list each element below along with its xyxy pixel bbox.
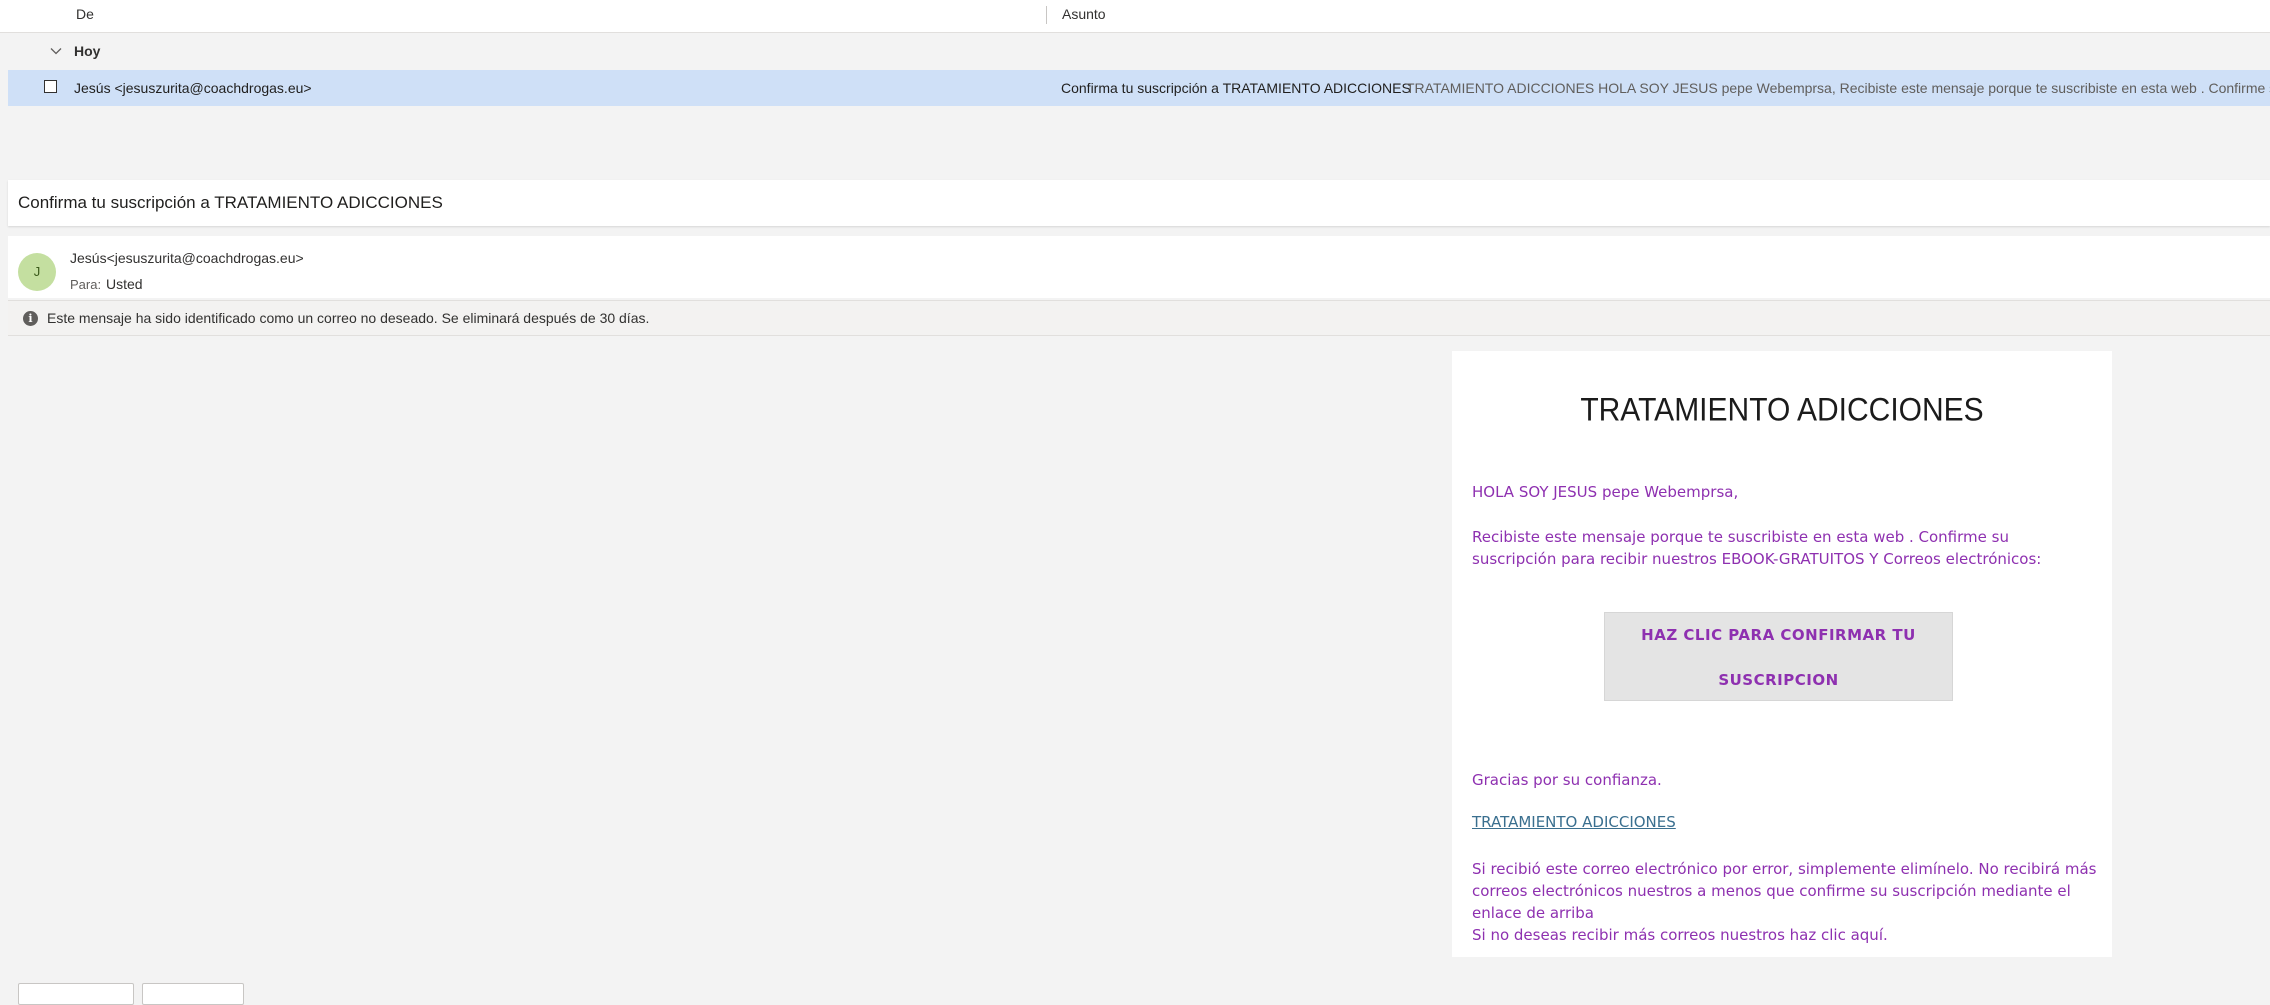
email-footer-disclaimer: Si recibió este correo electrónico por e… (1472, 860, 2097, 922)
email-footer: Si recibió este correo electrónico por e… (1472, 858, 2102, 946)
avatar[interactable]: J (18, 253, 56, 291)
column-divider[interactable] (1046, 6, 1047, 24)
message-subject: Confirma tu suscripción a TRATAMIENTO AD… (1061, 80, 1411, 96)
recipient-value[interactable]: Usted (106, 276, 143, 292)
cta-label-line1: HAZ CLIC PARA CONFIRMAR TU (1641, 626, 1916, 644)
email-body-left-margin (18, 351, 1452, 957)
junk-notice-text: Este mensaje ha sido identificado como u… (47, 310, 650, 326)
unsubscribe-link[interactable]: Si no deseas recibir más correos nuestro… (1472, 924, 2102, 946)
chevron-down-icon[interactable] (48, 43, 64, 59)
sender-address[interactable]: Jesús<jesuszurita@coachdrogas.eu> (70, 250, 304, 266)
message-list-column-header: De Asunto (0, 0, 2270, 33)
email-greeting: HOLA SOY JESUS pepe Webemprsa, (1472, 483, 1739, 501)
forward-button[interactable] (142, 983, 244, 1005)
email-title: TRATAMIENTO ADICCIONES (1580, 392, 1984, 429)
column-header-subject[interactable]: Asunto (1062, 0, 1106, 32)
column-header-from[interactable]: De (76, 0, 94, 32)
email-content-card: TRATAMIENTO ADICCIONES HOLA SOY JESUS pe… (1452, 351, 2112, 957)
reading-pane-subject: Confirma tu suscripción a TRATAMIENTO AD… (18, 193, 443, 212)
cta-label-line2: SUSCRIPCION (1718, 671, 1839, 689)
message-row-selected[interactable]: Jesús <jesuszurita@coachdrogas.eu> Confi… (8, 70, 2270, 106)
sender-card: J Jesús<jesuszurita@coachdrogas.eu> Para… (8, 236, 2270, 298)
junk-info-bar: i Este mensaje ha sido identificado como… (8, 300, 2270, 336)
reading-pane-subject-bar: Confirma tu suscripción a TRATAMIENTO AD… (8, 180, 2270, 226)
email-body: TRATAMIENTO ADICCIONES HOLA SOY JESUS pe… (18, 351, 2270, 957)
recipient-label: Para: (70, 277, 102, 292)
email-body-right-margin (2112, 351, 2270, 957)
message-checkbox[interactable] (44, 80, 57, 93)
email-intro: Recibiste este mensaje porque te suscrib… (1472, 528, 2042, 568)
message-from: Jesús <jesuszurita@coachdrogas.eu> (74, 80, 312, 96)
site-link[interactable]: TRATAMIENTO ADICCIONES (1472, 813, 1676, 831)
email-thanks: Gracias por su confianza. (1472, 771, 1662, 789)
reply-button[interactable] (18, 983, 134, 1005)
group-header-today[interactable]: Hoy (8, 34, 2270, 68)
message-preview: TRATAMIENTO ADICCIONES HOLA SOY JESUS pe… (1406, 80, 2270, 96)
confirm-subscription-button[interactable]: HAZ CLIC PARA CONFIRMAR TU SUSCRIPCION (1604, 612, 1953, 701)
info-icon: i (23, 311, 38, 326)
group-label: Hoy (74, 43, 101, 59)
